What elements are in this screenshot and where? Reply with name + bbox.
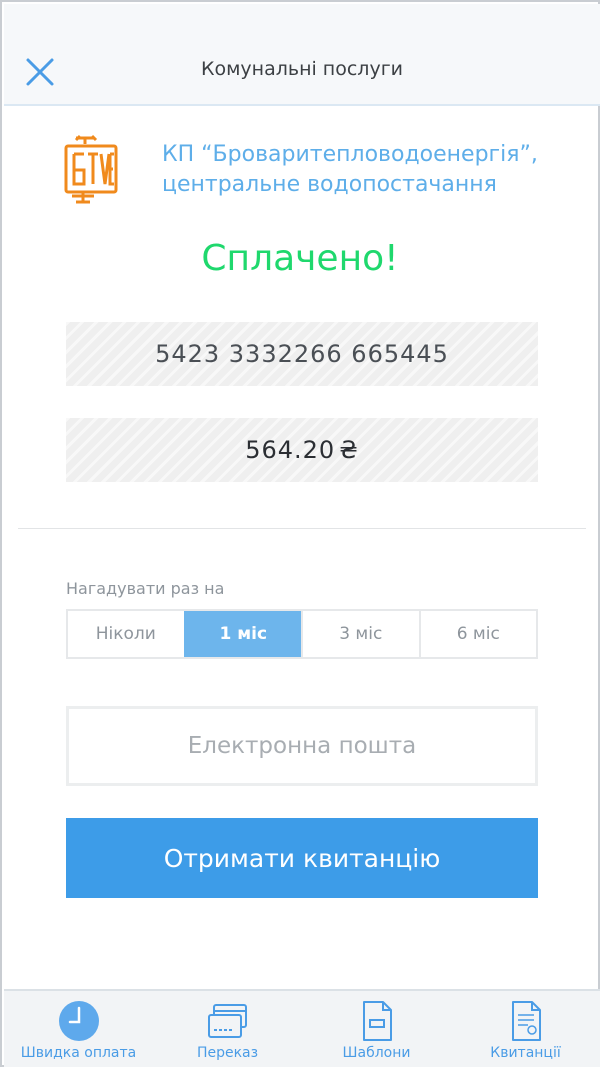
reminder-option-never[interactable]: Ніколи (68, 611, 184, 657)
tab-label: Швидка оплата (20, 1045, 137, 1061)
receipt-document-icon (511, 1001, 541, 1041)
reminder-label: Нагадувати раз на (66, 579, 225, 598)
reminder-option-6-months[interactable]: 6 міс (418, 611, 537, 657)
currency-symbol: ₴ (339, 436, 359, 464)
page-title: Комунальні послуги (200, 58, 404, 80)
tab-label: Квитанції (490, 1045, 561, 1061)
amount-field: 564.20 ₴ (66, 418, 538, 482)
provider-logo (62, 134, 120, 204)
amount-value: 564.20 (245, 436, 336, 464)
tab-quick-payment[interactable]: Швидка оплата (4, 991, 153, 1067)
tab-receipts[interactable]: Квитанції (451, 991, 600, 1067)
reminder-option-1-month[interactable]: 1 міс (183, 611, 301, 657)
reminder-option-3-months[interactable]: 3 міс (301, 611, 419, 657)
reminder-interval-selector: Ніколи 1 міс 3 міс 6 міс (66, 609, 538, 659)
provider-name: КП “Броваритепловодоенергія”, центральне… (162, 142, 538, 197)
clock-icon (58, 1001, 99, 1041)
top-bar: Комунальні послуги (4, 4, 600, 106)
account-number-value: 5423 3332266 665445 (155, 340, 449, 368)
tab-label: Шаблони (342, 1045, 411, 1061)
app-screen: Комунальні послуги КП “Броваритепловодое… (0, 0, 600, 1067)
tab-transfer[interactable]: Переказ (153, 991, 302, 1067)
tab-label: Переказ (196, 1045, 259, 1061)
bottom-tab-bar: Швидка оплата Переказ Шаблони Квитанції (4, 989, 600, 1067)
template-document-icon (362, 1001, 392, 1041)
account-number-field: 5423 3332266 665445 (66, 322, 538, 386)
cards-icon (207, 1004, 247, 1038)
payment-status: Сплачено! (201, 238, 399, 279)
email-input[interactable] (66, 706, 538, 786)
get-receipt-button[interactable]: Отримати квитанцію (66, 818, 538, 898)
section-divider (18, 528, 586, 529)
tab-templates[interactable]: Шаблони (302, 991, 451, 1067)
